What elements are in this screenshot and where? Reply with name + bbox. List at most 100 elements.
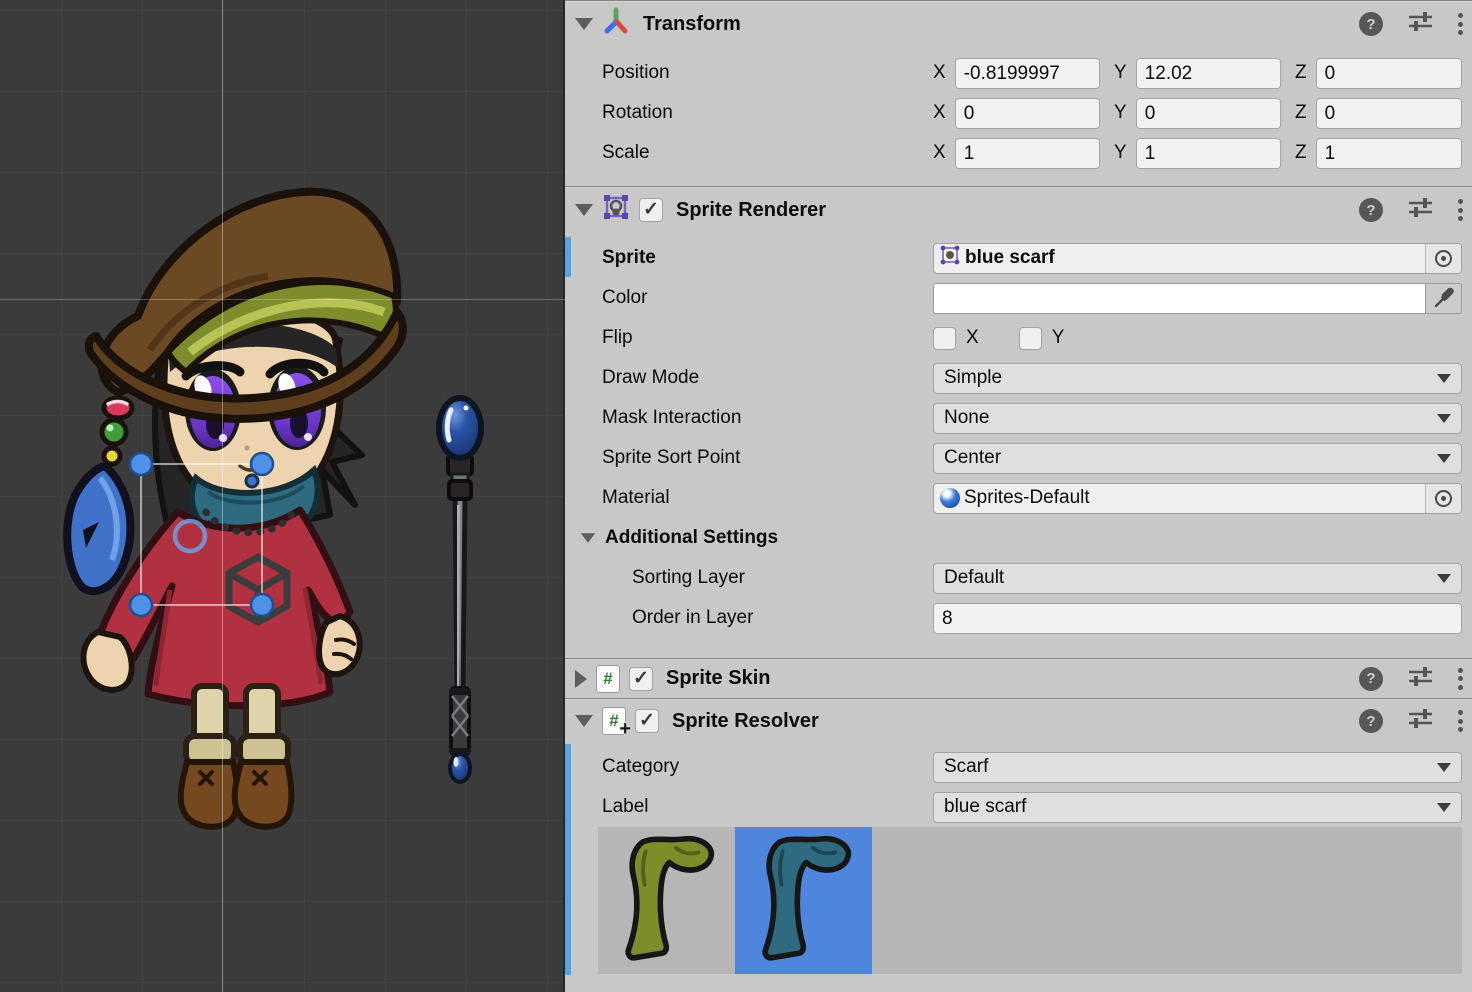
more-menu-icon[interactable] — [1458, 664, 1463, 693]
sprite-resolver-component: #+ Sprite Resolver ? Category Scarf La — [565, 698, 1472, 974]
help-glyph: ? — [1366, 16, 1375, 33]
color-swatch[interactable] — [933, 283, 1426, 314]
component-enabled-checkbox[interactable] — [635, 709, 659, 733]
axis-x-label: X — [933, 142, 946, 164]
presets-icon[interactable] — [1407, 10, 1434, 38]
sprite-object-field[interactable]: blue scarf — [933, 243, 1462, 274]
axis-x-label: X — [933, 62, 946, 84]
foldout-open-icon[interactable] — [575, 18, 593, 30]
chevron-down-icon — [1437, 454, 1451, 463]
rotation-x-field[interactable]: 0 — [955, 98, 1100, 129]
position-z-field[interactable]: 0 — [1316, 58, 1462, 89]
transform-header[interactable]: Transform ? — [565, 1, 1472, 47]
sorting-layer-row: Sorting Layer Default — [565, 558, 1472, 598]
component-enabled-checkbox[interactable] — [639, 198, 663, 222]
presets-icon[interactable] — [1407, 196, 1434, 224]
foldout-open-icon[interactable] — [575, 715, 593, 727]
rotation-y-field[interactable]: 0 — [1136, 98, 1281, 129]
help-icon[interactable]: ? — [1359, 198, 1383, 222]
sprite-renderer-header[interactable]: Sprite Renderer ? — [565, 187, 1472, 233]
position-y-field[interactable]: 12.02 — [1136, 58, 1281, 89]
field-label: Rotation — [602, 102, 933, 124]
section-label: Additional Settings — [605, 527, 778, 549]
mask-interaction-dropdown[interactable]: None — [933, 403, 1462, 434]
position-x-field[interactable]: -0.8199997 — [955, 58, 1100, 89]
sorting-layer-dropdown[interactable]: Default — [933, 563, 1462, 594]
axis-x-label: X — [933, 102, 946, 124]
help-glyph: ? — [1366, 202, 1375, 219]
more-menu-icon[interactable] — [1458, 10, 1463, 39]
chevron-down-icon — [1437, 574, 1451, 583]
flip-row: Flip X Y — [565, 318, 1472, 358]
field-label: Sprite — [602, 247, 933, 269]
prefab-override-bar — [565, 237, 571, 277]
presets-icon[interactable] — [1407, 665, 1434, 693]
field-label: Order in Layer — [632, 607, 933, 629]
help-glyph: ? — [1366, 670, 1375, 687]
object-picker-icon[interactable] — [1425, 484, 1461, 513]
label-row: Label blue scarf — [565, 787, 1472, 827]
sprite-skin-header[interactable]: # Sprite Skin ? — [565, 659, 1472, 698]
flip-y-label: Y — [1052, 327, 1065, 349]
axis-y-label: Y — [1114, 62, 1127, 84]
plus-glyph: + — [619, 718, 631, 741]
field-label: Material — [602, 487, 933, 509]
sprite-resolver-header[interactable]: #+ Sprite Resolver ? — [565, 699, 1472, 743]
more-menu-icon[interactable] — [1458, 196, 1463, 225]
thumbnail-green-scarf[interactable] — [598, 827, 735, 974]
foldout-open-icon[interactable] — [575, 204, 593, 216]
component-title: Sprite Renderer — [676, 199, 826, 222]
scale-z-field[interactable]: 1 — [1316, 138, 1462, 169]
help-glyph: ? — [1366, 713, 1375, 730]
order-in-layer-field[interactable]: 8 — [933, 603, 1462, 634]
sprite-renderer-component: Sprite Renderer ? Sprite — [565, 186, 1472, 658]
flip-y-checkbox[interactable] — [1019, 327, 1042, 350]
sprite-sort-point-dropdown[interactable]: Center — [933, 443, 1462, 474]
field-label: Mask Interaction — [602, 407, 933, 429]
sprite-skin-component: # Sprite Skin ? — [565, 658, 1472, 698]
material-object-name: Sprites-Default — [960, 487, 1090, 509]
chevron-down-icon — [1437, 803, 1451, 812]
foldout-open-icon[interactable] — [581, 533, 595, 543]
dropdown-value: Center — [944, 447, 1001, 469]
scene-view[interactable] — [0, 0, 565, 992]
axis-z-label: Z — [1295, 102, 1307, 124]
character-sprite[interactable] — [67, 192, 403, 827]
additional-settings-foldout[interactable]: Additional Settings — [565, 518, 1472, 558]
category-dropdown[interactable]: Scarf — [933, 752, 1462, 783]
draw-mode-dropdown[interactable]: Simple — [933, 363, 1462, 394]
flip-x-label: X — [966, 327, 979, 349]
scale-y-field[interactable]: 1 — [1136, 138, 1281, 169]
object-picker-icon[interactable] — [1425, 244, 1461, 273]
script-icon: # — [596, 665, 620, 693]
field-label: Scale — [602, 142, 933, 164]
component-title: Sprite Skin — [666, 667, 770, 690]
dropdown-value: Default — [944, 567, 1004, 589]
script-add-icon: #+ — [602, 707, 626, 735]
rotation-z-field[interactable]: 0 — [1316, 98, 1462, 129]
eyedropper-icon[interactable] — [1426, 283, 1462, 314]
sprite-row: Sprite blue scarf — [565, 238, 1472, 278]
mask-interaction-row: Mask Interaction None — [565, 398, 1472, 438]
field-label: Color — [602, 287, 933, 309]
presets-icon[interactable] — [1407, 707, 1434, 735]
dropdown-value: None — [944, 407, 989, 429]
more-menu-icon[interactable] — [1458, 707, 1463, 736]
label-dropdown[interactable]: blue scarf — [933, 792, 1462, 823]
field-label: Sorting Layer — [632, 567, 933, 589]
field-label: Flip — [602, 327, 933, 349]
component-enabled-checkbox[interactable] — [629, 667, 653, 691]
staff-sprite[interactable] — [439, 398, 481, 782]
help-icon[interactable]: ? — [1359, 12, 1383, 36]
foldout-closed-icon[interactable] — [575, 670, 587, 688]
flip-x-checkbox[interactable] — [933, 327, 956, 350]
material-object-field[interactable]: Sprites-Default — [933, 483, 1462, 514]
scale-x-field[interactable]: 1 — [955, 138, 1100, 169]
sprite-renderer-icon — [602, 193, 630, 227]
thumbnail-blue-scarf[interactable] — [735, 827, 872, 974]
position-row: Position X-0.8199997 Y12.02 Z0 — [565, 53, 1472, 93]
help-icon[interactable]: ? — [1359, 667, 1383, 691]
help-icon[interactable]: ? — [1359, 709, 1383, 733]
component-title: Sprite Resolver — [672, 710, 819, 733]
transform-component: Transform ? Position X-0.8199997 Y12.02 … — [565, 0, 1472, 186]
